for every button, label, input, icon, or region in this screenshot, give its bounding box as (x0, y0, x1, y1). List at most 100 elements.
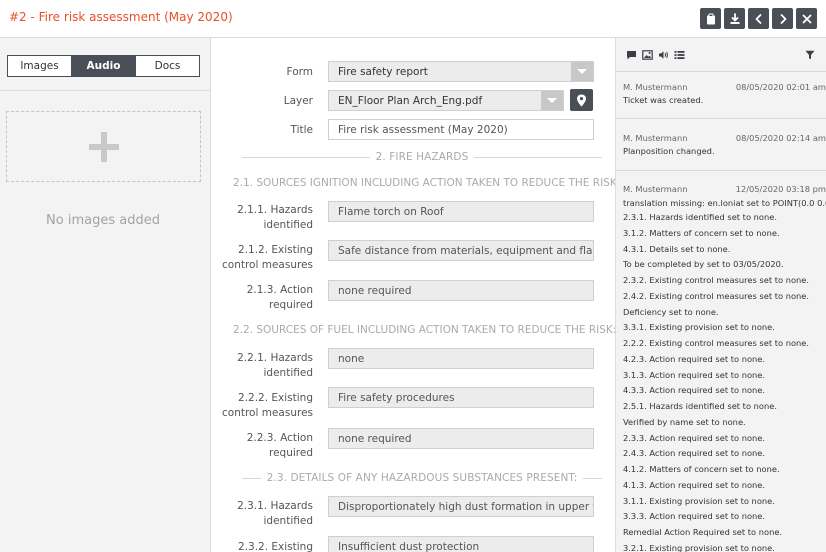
field-label: 2.1.1. Hazards identified (237, 204, 313, 231)
entry-user: M. Mustermann (623, 133, 688, 143)
audio-icon[interactable] (658, 50, 669, 60)
chevron-down-icon (541, 91, 563, 110)
filter-icon (805, 50, 815, 60)
close-icon (802, 14, 811, 23)
field-label: 2.2.3. Action required (246, 432, 313, 459)
form-label: Form (286, 66, 313, 78)
activity-log: translation missing: en.loniat set to PO… (623, 198, 826, 552)
log-line: 3.2.1. Existing provision set to none. (623, 542, 775, 552)
hazards-identified-input[interactable]: Disproportionately high dust formation i… (328, 496, 594, 517)
divider (242, 156, 370, 158)
field-label: 2.1.3. Action required (246, 284, 313, 311)
next-button[interactable] (772, 8, 793, 29)
entry-timestamp: 12/05/2020 03:18 pm (735, 184, 826, 194)
entry-text: Planposition changed. (623, 146, 715, 156)
log-line: Remedial Action Required set to none. (623, 527, 783, 537)
log-line: 4.1.2. Matters of concern set to none. (623, 464, 780, 474)
field-label: 2.3.1. Hazards identified (237, 500, 313, 527)
tab-images[interactable]: Images (8, 56, 71, 76)
media-panel: Images Audio Docs No images added (0, 38, 211, 552)
log-line: 3.1.1. Existing provision set to none. (623, 495, 775, 506)
filter-button[interactable] (805, 50, 815, 63)
subsection-title: 2.3. DETAILS OF ANY HAZARDOUS SUBSTANCES… (266, 472, 578, 484)
log-line: 3.1.2. Matters of concern set to none. (623, 227, 780, 238)
field-label: 2.1.2. Existing control measures (222, 244, 313, 271)
title-input[interactable]: Fire risk assessment (May 2020) (328, 119, 594, 140)
comment-icon[interactable] (626, 50, 637, 60)
entry-timestamp: 08/05/2020 02:14 am (735, 133, 826, 143)
media-tabs: Images Audio Docs (7, 55, 200, 77)
action-required-input[interactable]: none required (328, 280, 594, 301)
divider (583, 477, 603, 479)
download-button[interactable] (724, 8, 745, 29)
log-line: 2.4.2. Existing control measures set to … (623, 290, 810, 301)
previous-button[interactable] (748, 8, 769, 29)
action-required-input[interactable]: none required (328, 428, 594, 449)
empty-state-message: No images added (46, 213, 160, 228)
activity-entry: M. Mustermann 08/05/2020 02:14 am Planpos… (623, 133, 826, 157)
log-line: translation missing: en.loniat set to PO… (623, 198, 826, 208)
field-label: 2.2.1. Hazards identified (237, 352, 313, 379)
section-title: 2. FIRE HAZARDS (375, 151, 469, 163)
log-line: Deficiency set to none. (623, 306, 719, 317)
activity-entry: M. Mustermann 12/05/2020 03:18 pm (623, 184, 826, 194)
field-label: 2.2.2. Existing control measures (222, 392, 313, 419)
locate-on-plan-button[interactable] (570, 89, 593, 111)
control-measures-input[interactable]: Insufficient dust protection (328, 536, 594, 552)
add-image-dropzone[interactable] (6, 111, 201, 182)
log-line: 3.1.3. Action required set to none. (623, 369, 766, 380)
list-icon[interactable] (674, 50, 685, 60)
layer-label: Layer (283, 95, 313, 107)
log-line: 2.3.1. Hazards identified set to none. (623, 212, 777, 222)
control-measures-input[interactable]: Fire safety procedures (328, 387, 594, 408)
log-line: 2.3.2. Existing control measures set to … (623, 275, 810, 285)
log-line: 4.3.1. Details set to none. (623, 243, 731, 254)
divider (616, 71, 826, 72)
divider (616, 170, 826, 171)
log-line: 3.3.1. Existing provision set to none. (623, 322, 775, 333)
entry-user: M. Mustermann (623, 184, 688, 194)
chevron-left-icon (755, 13, 761, 24)
tab-audio[interactable]: Audio (71, 56, 135, 76)
form-panel: Form Fire safety report Layer EN_Floor P… (211, 38, 615, 552)
divider (474, 156, 603, 158)
entry-user: M. Mustermann (623, 82, 688, 92)
log-line: 3.3.3. Action required set to none. (623, 511, 766, 522)
divider (0, 90, 210, 91)
chevron-down-icon (571, 62, 593, 81)
section-header: 2. FIRE HAZARDS (242, 151, 603, 163)
divider (616, 118, 826, 119)
subsection-title: 2.1. SOURCES IGNITION INCLUDING ACTION T… (233, 177, 615, 189)
chevron-right-icon (780, 13, 786, 24)
log-line: 4.1.3. Action required set to none. (623, 479, 766, 490)
layer-select[interactable]: EN_Floor Plan Arch_Eng.pdf (328, 90, 564, 111)
log-line: 2.4.3. Action required set to none. (623, 448, 766, 459)
hazards-identified-input[interactable]: Flame torch on Roof (328, 201, 594, 222)
clipboard-icon (706, 13, 715, 24)
divider (242, 477, 261, 479)
plus-icon (88, 131, 119, 162)
tab-docs[interactable]: Docs (135, 56, 199, 76)
form-select[interactable]: Fire safety report (328, 61, 594, 82)
entry-text: Ticket was created. (623, 95, 704, 105)
log-line: To be completed by set to 03/05/2020. (623, 259, 784, 270)
control-measures-input[interactable]: Safe distance from materials, equipment … (328, 240, 594, 261)
subsection-header: 2.3. DETAILS OF ANY HAZARDOUS SUBSTANCES… (242, 472, 603, 484)
activity-toolbar (626, 50, 685, 60)
activity-entry: M. Mustermann 08/05/2020 02:01 am Ticket … (623, 82, 826, 106)
log-line: 4.2.3. Action required set to none. (623, 353, 766, 364)
subsection-title: 2.2. SOURCES OF FUEL INCLUDING ACTION TA… (233, 324, 615, 336)
close-button[interactable] (796, 8, 817, 29)
image-icon[interactable] (642, 50, 653, 60)
download-icon (730, 12, 739, 24)
log-line: Verified by name set to none. (623, 416, 746, 427)
entry-timestamp: 08/05/2020 02:01 am (735, 82, 826, 92)
log-line: 2.3.3. Action required set to none. (623, 432, 766, 443)
log-line: 2.2.2. Existing control measures set to … (623, 338, 810, 348)
layer-select-value: EN_Floor Plan Arch_Eng.pdf (338, 94, 483, 107)
page-title: #2 - Fire risk assessment (May 2020) (9, 10, 233, 24)
header-bar: #2 - Fire risk assessment (May 2020) (0, 0, 826, 38)
log-line: 4.3.3. Action required set to none. (623, 385, 766, 396)
clipboard-button[interactable] (700, 8, 721, 29)
hazards-identified-input[interactable]: none (328, 348, 594, 369)
